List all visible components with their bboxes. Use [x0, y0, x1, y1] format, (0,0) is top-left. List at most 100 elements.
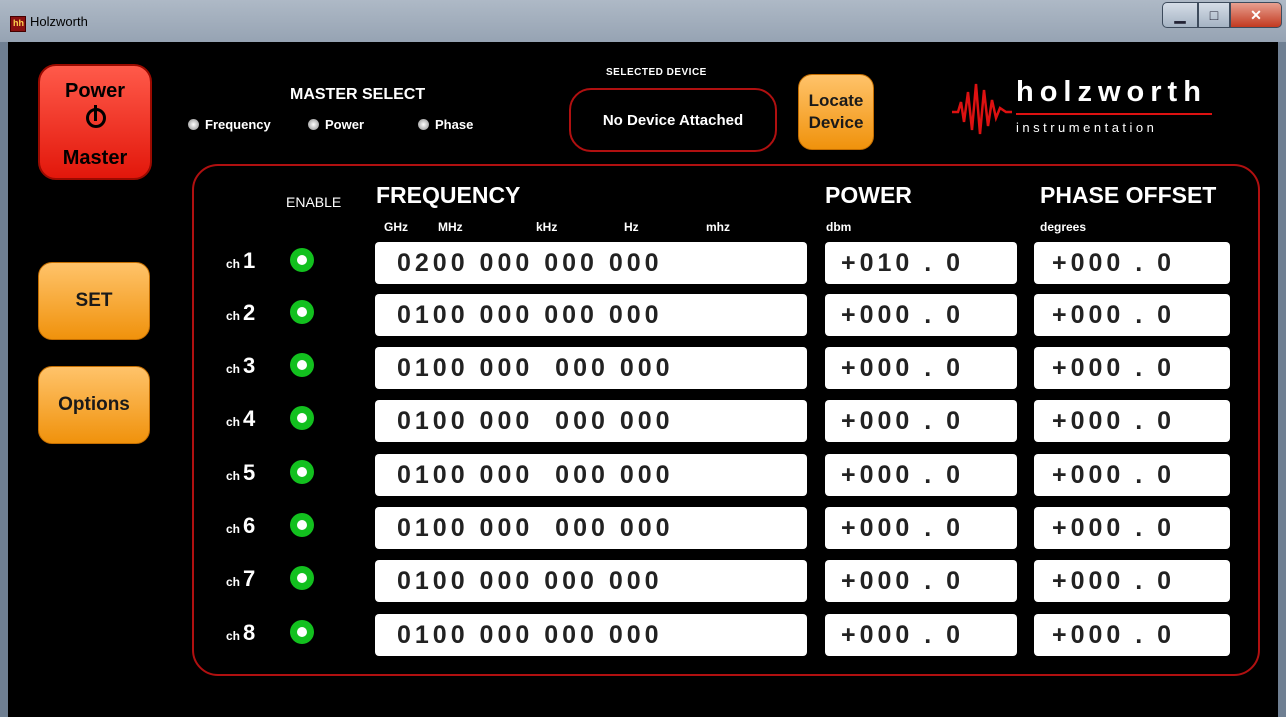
channel-label: ch 3	[226, 353, 255, 379]
channel-prefix: ch	[226, 309, 241, 323]
channel-label: ch 5	[226, 460, 255, 486]
master-select-power-label: Power	[325, 117, 365, 132]
phase-offset-input[interactable]: +000 . 0	[1034, 347, 1230, 389]
frequency-input[interactable]: 0100 000 000 000	[375, 400, 807, 442]
channel-number: 8	[243, 620, 256, 645]
enable-toggle-icon[interactable]	[290, 460, 314, 484]
window-title: Holzworth	[30, 14, 88, 29]
power-input[interactable]: +010 . 0	[825, 242, 1017, 284]
master-select-power[interactable]: Power	[308, 117, 364, 132]
logo-name: holzworth	[1016, 76, 1207, 108]
enable-toggle-icon[interactable]	[290, 406, 314, 430]
close-icon: ✕	[1250, 6, 1262, 23]
enable-toggle-icon[interactable]	[290, 513, 314, 537]
frequency-input[interactable]: 0200 000 000 000	[375, 242, 807, 284]
channel-label: ch 1	[226, 248, 255, 274]
frequency-input[interactable]: 0100 000 000 000	[375, 507, 807, 549]
channel-label: ch 4	[226, 406, 255, 432]
frequency-input[interactable]: 0100 000 000 000	[375, 294, 807, 336]
power-input[interactable]: +000 . 0	[825, 294, 1017, 336]
frequency-input[interactable]: 0100 000 000 000	[375, 614, 807, 656]
power-input[interactable]: +000 . 0	[825, 347, 1017, 389]
frequency-header: FREQUENCY	[376, 182, 521, 208]
phase-offset-input[interactable]: +000 . 0	[1034, 242, 1230, 284]
maximize-button[interactable]: □	[1198, 2, 1230, 28]
channel-prefix: ch	[226, 257, 241, 271]
channel-row: ch 5 0100 000 000 000 +000 . 0 +000 . 0	[8, 454, 1278, 498]
channel-row: ch 6 0100 000 000 000 +000 . 0 +000 . 0	[8, 507, 1278, 551]
channel-row: ch 3 0100 000 000 000 +000 . 0 +000 . 0	[8, 347, 1278, 391]
enable-toggle-icon[interactable]	[290, 300, 314, 324]
enable-toggle-icon[interactable]	[290, 248, 314, 272]
power-input[interactable]: +000 . 0	[825, 454, 1017, 496]
locate-line1: Locate	[808, 91, 864, 110]
selected-device-label: SELECTED DEVICE	[606, 67, 707, 78]
channel-prefix: ch	[226, 469, 241, 483]
enable-header: ENABLE	[286, 194, 342, 210]
master-select-phase[interactable]: Phase	[418, 117, 473, 132]
enable-toggle-icon[interactable]	[290, 353, 314, 377]
enable-toggle-icon[interactable]	[290, 620, 314, 644]
channel-number: 3	[243, 353, 256, 378]
locate-device-button[interactable]: Locate Device	[798, 74, 874, 150]
minimize-icon: ▁	[1174, 6, 1186, 23]
phase-offset-input[interactable]: +000 . 0	[1034, 614, 1230, 656]
master-select-frequency[interactable]: Frequency	[188, 117, 271, 132]
locate-line2: Device	[808, 113, 864, 132]
logo-tagline: instrumentation	[1016, 120, 1158, 135]
phase-offset-input[interactable]: +000 . 0	[1034, 454, 1230, 496]
master-select-frequency-label: Frequency	[205, 117, 271, 132]
unit-degrees: degrees	[1040, 220, 1087, 234]
power-input[interactable]: +000 . 0	[825, 560, 1017, 602]
power-input[interactable]: +000 . 0	[825, 614, 1017, 656]
channel-number: 7	[243, 566, 256, 591]
radio-icon	[188, 119, 199, 130]
app-window: hh Holzworth ▁ □ ✕ Power Master MASTER S…	[0, 0, 1286, 717]
client-area: Power Master MASTER SELECT Frequency Pow…	[8, 42, 1278, 717]
unit-mhz: MHz	[438, 220, 463, 234]
phase-offset-input[interactable]: +000 . 0	[1034, 294, 1230, 336]
power-master-button[interactable]: Power Master	[38, 64, 152, 180]
unit-khz: kHz	[536, 220, 558, 234]
waveform-logo-icon	[952, 83, 1012, 135]
channel-row: ch 8 0100 000 000 000 +000 . 0 +000 . 0	[8, 614, 1278, 658]
master-select-title: MASTER SELECT	[290, 86, 426, 103]
window-controls: ▁ □ ✕	[1162, 2, 1282, 28]
frequency-input[interactable]: 0100 000 000 000	[375, 347, 807, 389]
radio-icon	[418, 119, 429, 130]
phase-offset-input[interactable]: +000 . 0	[1034, 507, 1230, 549]
holzworth-logo: holzworth instrumentation	[950, 74, 1220, 144]
power-input[interactable]: +000 . 0	[825, 507, 1017, 549]
minimize-button[interactable]: ▁	[1162, 2, 1198, 28]
phase-offset-input[interactable]: +000 . 0	[1034, 400, 1230, 442]
frequency-input[interactable]: 0100 000 000 000	[375, 454, 807, 496]
phase-offset-header: PHASE OFFSET	[1040, 182, 1217, 208]
title-bar: hh Holzworth ▁ □ ✕	[0, 0, 1286, 42]
channel-label: ch 8	[226, 620, 255, 646]
channel-number: 6	[243, 513, 256, 538]
channel-number: 2	[243, 300, 256, 325]
channel-label: ch 6	[226, 513, 255, 539]
holzworth-app-icon: hh	[10, 16, 26, 32]
channel-number: 1	[243, 248, 256, 273]
phase-offset-input[interactable]: +000 . 0	[1034, 560, 1230, 602]
channel-number: 5	[243, 460, 256, 485]
power-master-line2: Master	[62, 147, 128, 169]
power-icon	[86, 105, 106, 128]
channel-prefix: ch	[226, 522, 241, 536]
power-input[interactable]: +000 . 0	[825, 400, 1017, 442]
maximize-icon: □	[1209, 7, 1219, 23]
power-header: POWER	[825, 182, 912, 208]
logo-divider	[1016, 113, 1212, 115]
channel-label: ch 2	[226, 300, 255, 326]
enable-toggle-icon[interactable]	[290, 566, 314, 590]
channel-row: ch 4 0100 000 000 000 +000 . 0 +000 . 0	[8, 400, 1278, 444]
channel-number: 4	[243, 406, 256, 431]
channel-row: ch 2 0100 000 000 000 +000 . 0 +000 . 0	[8, 294, 1278, 338]
frequency-input[interactable]: 0100 000 000 000	[375, 560, 807, 602]
close-button[interactable]: ✕	[1230, 2, 1282, 28]
unit-dbm: dbm	[826, 220, 852, 234]
unit-ghz: GHz	[384, 220, 408, 234]
channel-prefix: ch	[226, 575, 241, 589]
unit-hz: Hz	[624, 220, 639, 234]
